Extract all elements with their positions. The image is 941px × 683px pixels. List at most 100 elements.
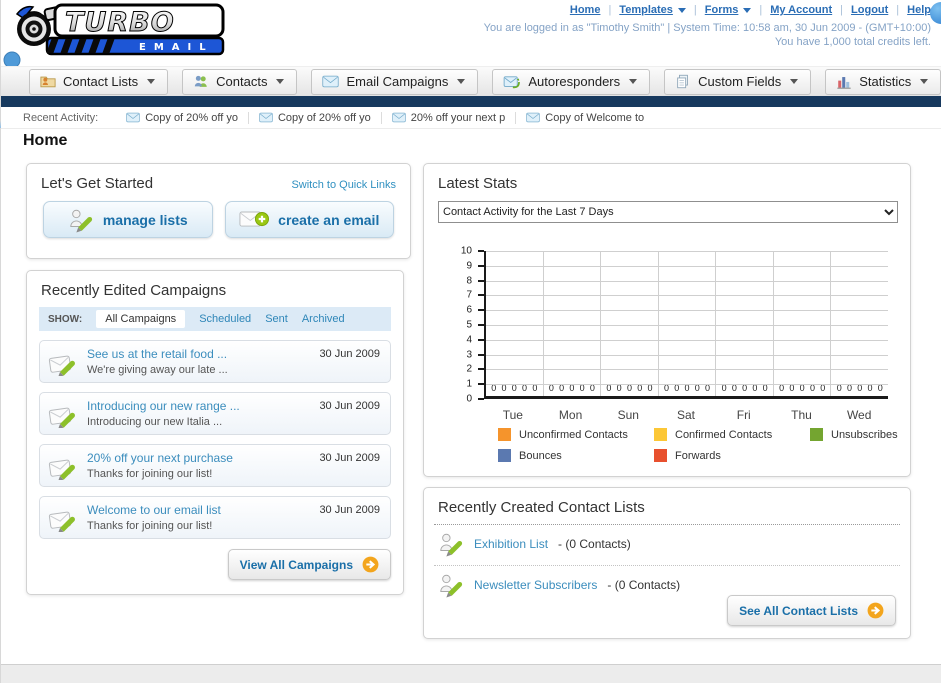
campaign-row[interactable]: See us at the retail food ... We're givi…: [39, 340, 391, 383]
y-tick-label: 1: [466, 378, 472, 390]
y-tick-label: 6: [466, 304, 472, 316]
campaign-row[interactable]: 20% off your next purchase Thanks for jo…: [39, 444, 391, 487]
gridline: [486, 280, 888, 282]
contact-list-link[interactable]: Newsletter Subscribers: [474, 578, 597, 592]
campaign-title-link[interactable]: See us at the retail food ...: [87, 347, 228, 361]
campaign-row[interactable]: Introducing our new range ... Introducin…: [39, 392, 391, 435]
y-tick-mark: [478, 250, 484, 252]
help-bubble-icon[interactable]: [930, 2, 941, 24]
main-nav-tabs: Contact Lists Contacts Email Campaigns A…: [1, 66, 941, 96]
header: TURBO EMAIL Home Templates Forms My Acco…: [1, 0, 941, 62]
nav-link-logout[interactable]: Logout: [851, 4, 888, 16]
chart-x-axis: Tue Mon Sun Sat Fri Thu Wed: [484, 408, 888, 422]
campaign-date: 30 Jun 2009: [319, 504, 380, 516]
campaign-date: 30 Jun 2009: [319, 348, 380, 360]
campaign-row[interactable]: Welcome to our email list Thanks for joi…: [39, 496, 391, 539]
tab-statistics[interactable]: Statistics: [825, 68, 941, 95]
tab-label: Custom Fields: [698, 74, 782, 89]
contact-list-count: - (0 Contacts): [558, 537, 631, 551]
legend-label: Forwards: [675, 449, 721, 462]
activity-text: Copy of 20% off yo: [277, 111, 371, 124]
y-tick-label: 9: [466, 260, 472, 272]
campaign-title-link[interactable]: Introducing our new range ...: [87, 399, 240, 413]
tab-label: Email Campaigns: [346, 74, 449, 89]
chevron-down-icon: [743, 7, 752, 13]
tab-contact-lists[interactable]: Contact Lists: [29, 68, 169, 95]
y-tick-label: 0: [466, 393, 472, 405]
tab-contacts[interactable]: Contacts: [182, 68, 298, 95]
view-all-campaigns-button[interactable]: View All Campaigns: [227, 549, 391, 580]
gridline: [486, 384, 888, 386]
chart-groups: 00000000000000000000000000000000000: [486, 251, 888, 396]
manage-lists-label: manage lists: [102, 211, 188, 228]
recent-activity-bar: Recent Activity: Copy of 20% off yo Copy…: [1, 107, 941, 129]
chart-group: 00000: [601, 251, 659, 396]
filter-archived[interactable]: Archived: [302, 313, 345, 325]
gridline: [486, 251, 888, 252]
switch-quick-links[interactable]: Switch to Quick Links: [291, 179, 396, 191]
campaign-title-link[interactable]: 20% off your next purchase: [87, 451, 233, 465]
legend-item: Unsubscribes: [810, 428, 898, 441]
envelope-icon: [126, 112, 140, 123]
filter-scheduled[interactable]: Scheduled: [199, 313, 251, 325]
stats-title: Latest Stats: [438, 175, 518, 192]
turbo-email-logo[interactable]: TURBO EMAIL: [7, 2, 229, 58]
create-email-button[interactable]: create an email: [224, 201, 394, 238]
x-tick-label: Sun: [617, 408, 639, 422]
latest-stats-panel: Latest Stats Contact Activity for the La…: [423, 163, 911, 477]
envelope-icon: [392, 112, 406, 123]
recent-activity-item[interactable]: 20% off your next p: [382, 111, 517, 124]
recent-activity-item[interactable]: Copy of Welcome to: [516, 112, 654, 124]
nav-link-templates[interactable]: Templates: [619, 4, 673, 16]
campaign-subtitle: Thanks for joining our list!: [87, 468, 213, 480]
create-email-label: create an email: [278, 211, 380, 228]
legend-label: Confirmed Contacts: [675, 428, 773, 441]
see-all-contact-lists-button[interactable]: See All Contact Lists: [727, 595, 896, 626]
envelope-add-icon: [239, 208, 269, 231]
gridline: [486, 310, 888, 312]
contact-list-item[interactable]: Exhibition List - (0 Contacts): [424, 525, 910, 563]
gridline: [486, 339, 888, 341]
envelope-pencil-icon: [48, 400, 78, 428]
chart-group: 00000: [774, 251, 832, 396]
envelope-pencil-icon: [48, 504, 78, 532]
filter-sent[interactable]: Sent: [265, 313, 288, 325]
manage-lists-button[interactable]: manage lists: [43, 201, 213, 238]
tab-autoresponders[interactable]: Autoresponders: [492, 68, 651, 95]
user-pencil-icon: [68, 207, 94, 233]
x-tick-label: Wed: [846, 408, 872, 422]
nav-link-home[interactable]: Home: [570, 4, 601, 16]
tab-email-campaigns[interactable]: Email Campaigns: [311, 68, 479, 95]
view-all-campaigns-label: View All Campaigns: [239, 557, 353, 572]
login-info: You are logged in as "Timothy Smith" | S…: [483, 22, 931, 34]
y-tick-label: 10: [460, 245, 472, 257]
folder-contacts-icon: [40, 74, 56, 89]
contact-activity-chart: 10 9 8 7 6 5 4 3 2 1 0 000000000000000000000000000…: [438, 236, 898, 426]
chevron-down-icon: [677, 7, 686, 13]
tab-label: Statistics: [859, 74, 912, 89]
y-tick-mark: [478, 353, 484, 356]
tab-custom-fields[interactable]: Custom Fields: [664, 68, 812, 95]
legend-swatch: [498, 428, 511, 441]
nav-link-my-account[interactable]: My Account: [770, 4, 832, 16]
nav-link-forms[interactable]: Forms: [705, 4, 739, 16]
y-tick-mark: [478, 383, 484, 386]
page-title: Home: [23, 132, 68, 149]
x-tick-label: Fri: [736, 408, 751, 422]
pages-icon: [675, 74, 691, 89]
recent-activity-item[interactable]: Copy of 20% off yo: [116, 111, 249, 124]
nav-link-help[interactable]: Help: [907, 4, 931, 16]
filter-all-campaigns[interactable]: All Campaigns: [96, 310, 186, 328]
recent-activity-label: Recent Activity:: [23, 111, 99, 124]
stats-report-select[interactable]: Contact Activity for the Last 7 Days: [438, 201, 898, 223]
recent-activity-item[interactable]: Copy of 20% off yo: [249, 111, 382, 124]
campaign-title-link[interactable]: Welcome to our email list: [87, 503, 221, 517]
y-tick-mark: [478, 398, 484, 400]
envelope-icon: [259, 112, 273, 123]
legend-item: Bounces: [498, 449, 654, 462]
x-tick-label: Tue: [502, 408, 523, 422]
see-all-contact-lists-label: See All Contact Lists: [739, 603, 858, 618]
y-tick-mark: [478, 368, 484, 371]
contact-list-link[interactable]: Exhibition List: [474, 537, 548, 551]
top-nav: Home Templates Forms My Account Logout H…: [570, 4, 931, 16]
